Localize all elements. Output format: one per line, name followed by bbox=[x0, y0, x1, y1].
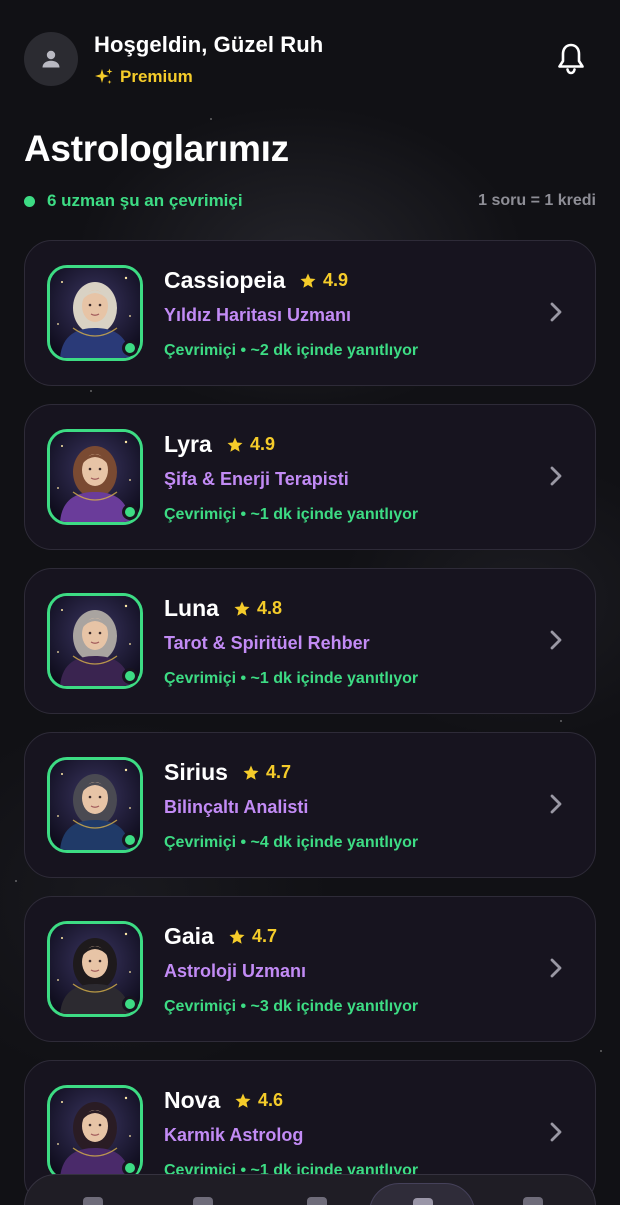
rating-value: 4.8 bbox=[257, 598, 283, 618]
background-star bbox=[90, 390, 92, 392]
rating-value: 4.7 bbox=[266, 762, 292, 782]
star-icon bbox=[229, 929, 245, 944]
astrologer-specialty: Karmik Astrolog bbox=[164, 1125, 304, 1145]
online-indicator-dot bbox=[24, 196, 35, 207]
astrologer-name: Nova bbox=[164, 1087, 221, 1113]
nav-item-astrologers-active[interactable] bbox=[369, 1183, 475, 1205]
chevron-right-icon[interactable] bbox=[547, 955, 565, 981]
star-icon bbox=[235, 1093, 251, 1108]
online-summary-row: 6 uzman şu an çevrimiçi 1 soru = 1 kredi bbox=[24, 190, 596, 214]
astrologer-specialty: Astroloji Uzmanı bbox=[164, 961, 307, 981]
online-count-text: 6 uzman şu an çevrimiçi bbox=[47, 191, 243, 210]
astrologer-name: Luna bbox=[164, 595, 219, 621]
chevron-right-icon[interactable] bbox=[547, 463, 565, 489]
astrologer-name: Sirius bbox=[164, 759, 228, 785]
astrologer-specialty: Yıldız Haritası Uzmanı bbox=[164, 305, 352, 325]
header: Hoşgeldin, Güzel Ruh Premium bbox=[24, 30, 596, 90]
chevron-right-icon[interactable] bbox=[547, 299, 565, 325]
rating-value: 4.9 bbox=[323, 270, 349, 290]
astrologer-name: Cassiopeia bbox=[164, 267, 286, 293]
home-icon[interactable] bbox=[83, 1197, 103, 1205]
chevron-right-icon[interactable] bbox=[547, 627, 565, 653]
background-star bbox=[210, 118, 212, 120]
app-screen: Hoşgeldin, Güzel Ruh Premium Astrologlar… bbox=[0, 0, 620, 1205]
bottom-navigation bbox=[24, 1174, 596, 1205]
user-avatar[interactable] bbox=[24, 32, 78, 86]
profile-icon[interactable] bbox=[523, 1197, 543, 1205]
astrologer-card[interactable]: Lyra 4.9 Şifa & Enerji Terapisti Çevrimi… bbox=[24, 404, 596, 550]
star-icon bbox=[234, 601, 250, 616]
astrologer-name: Gaia bbox=[164, 923, 214, 949]
chevron-right-icon[interactable] bbox=[547, 791, 565, 817]
online-status-dot bbox=[122, 832, 138, 848]
online-status-dot bbox=[122, 668, 138, 684]
rating-value: 4.7 bbox=[252, 926, 278, 946]
star-icon bbox=[227, 437, 243, 452]
background-star bbox=[600, 1050, 602, 1052]
online-status-dot bbox=[122, 504, 138, 520]
star-icon bbox=[243, 765, 259, 780]
credit-info-text: 1 soru = 1 kredi bbox=[478, 192, 596, 209]
online-status-dot bbox=[122, 996, 138, 1012]
premium-badge[interactable]: Premium bbox=[94, 67, 193, 87]
astrologers-icon bbox=[413, 1198, 433, 1205]
rating-value: 4.9 bbox=[250, 434, 276, 454]
astrologer-rating: 4.7 bbox=[242, 762, 291, 783]
astrologer-name: Lyra bbox=[164, 431, 212, 457]
astrologer-rating: 4.7 bbox=[228, 926, 277, 947]
chat-icon[interactable] bbox=[193, 1197, 213, 1205]
background-star bbox=[560, 720, 562, 722]
astrologer-specialty: Bilinçaltı Analisti bbox=[164, 797, 309, 817]
astrologer-rating: 4.8 bbox=[233, 598, 282, 619]
chevron-right-icon[interactable] bbox=[547, 1119, 565, 1145]
astrologer-specialty: Şifa & Enerji Terapisti bbox=[164, 469, 349, 489]
astrologer-card[interactable]: Gaia 4.7 Astroloji Uzmanı Çevrimiçi • ~3… bbox=[24, 896, 596, 1042]
astrologer-specialty: Tarot & Spiritüel Rehber bbox=[164, 633, 370, 653]
star-icon bbox=[300, 273, 316, 288]
astrologer-card[interactable]: Sirius 4.7 Bilinçaltı Analisti Çevrimiçi… bbox=[24, 732, 596, 878]
online-status-dot bbox=[122, 340, 138, 356]
astrologer-card[interactable]: Luna 4.8 Tarot & Spiritüel Rehber Çevrim… bbox=[24, 568, 596, 714]
star-icon[interactable] bbox=[307, 1197, 327, 1205]
rating-value: 4.6 bbox=[258, 1090, 284, 1110]
response-time-status: Çevrimiçi • ~1 dk içinde yanıtlıyor bbox=[164, 506, 419, 523]
response-time-status: Çevrimiçi • ~4 dk içinde yanıtlıyor bbox=[164, 834, 419, 851]
response-time-status: Çevrimiçi • ~1 dk içinde yanıtlıyor bbox=[164, 670, 419, 687]
background-star bbox=[15, 880, 17, 882]
astrologer-card[interactable]: Cassiopeia 4.9 Yıldız Haritası Uzmanı Çe… bbox=[24, 240, 596, 386]
bell-icon[interactable] bbox=[556, 42, 586, 76]
user-icon bbox=[42, 50, 60, 68]
page-title: Astrologlarımız bbox=[24, 128, 289, 169]
greeting-text: Hoşgeldin, Güzel Ruh bbox=[94, 32, 324, 57]
astrologer-rating: 4.9 bbox=[226, 434, 275, 455]
response-time-status: Çevrimiçi • ~2 dk içinde yanıtlıyor bbox=[164, 342, 419, 359]
sparkle-icon bbox=[95, 68, 113, 84]
astrologer-rating: 4.9 bbox=[299, 270, 348, 291]
astrologer-rating: 4.6 bbox=[234, 1090, 283, 1111]
premium-label: Premium bbox=[120, 67, 193, 86]
response-time-status: Çevrimiçi • ~3 dk içinde yanıtlıyor bbox=[164, 998, 419, 1015]
